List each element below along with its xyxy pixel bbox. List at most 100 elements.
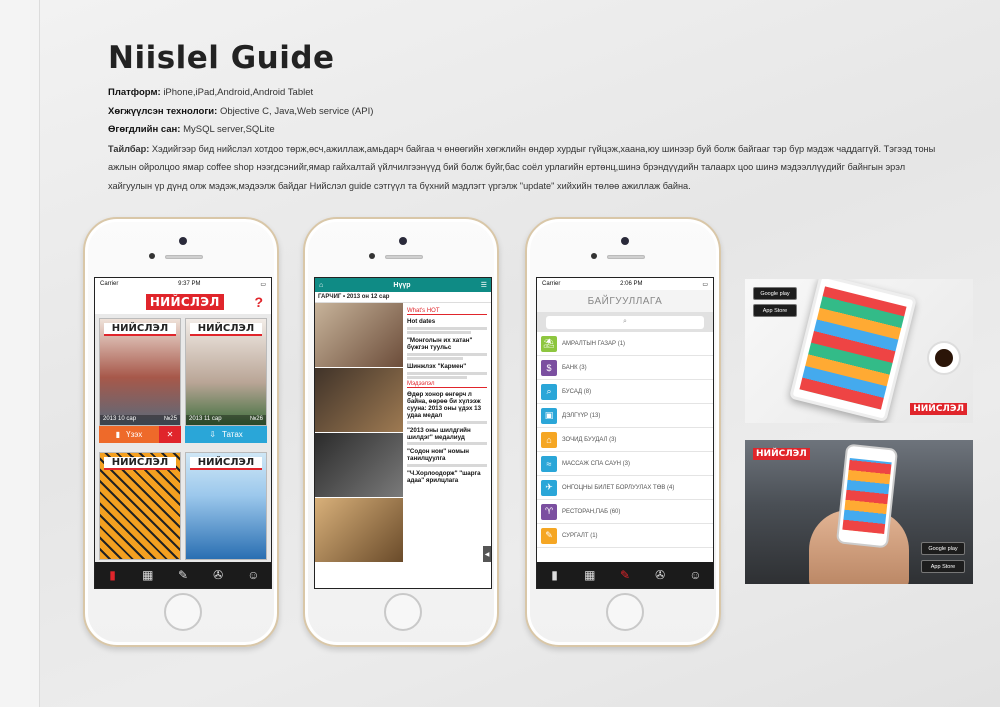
cover-date: 2013 11 сар [189, 416, 222, 422]
desc-value: Хэдийгээр бид нийслэл хотдоо төрж,өсч,аж… [108, 143, 936, 191]
category-item[interactable]: ⌕ БУСАД (8) [537, 380, 713, 404]
text-line [407, 371, 487, 375]
magazine-cover[interactable]: НИЙСЛЭЛ 2013 11 сар №26 [185, 318, 267, 426]
news-list: What's HOT Hot dates "Монголын их хатан"… [403, 303, 491, 564]
camera-icon [179, 237, 187, 245]
text-line [407, 357, 463, 360]
magazine-cover[interactable]: НИЙСЛЭЛ [185, 451, 267, 560]
cover-date: 2013 10 сар [103, 416, 137, 422]
carrier-text: Carrier [542, 281, 561, 287]
news-title[interactable]: "Монголын их хатан" бүжгэн туульс [407, 337, 487, 351]
speaker-grill [385, 255, 423, 259]
news-tab-icon[interactable]: ✎ [175, 568, 191, 582]
home-button[interactable] [606, 593, 644, 631]
category-label: ОНГОЦНЫ БИЛЕТ БОРЛУУЛАХ ТӨВ (4) [562, 484, 675, 491]
category-label: ЗОЧИД БУУДАЛ (3) [562, 436, 617, 443]
category-label: МАССАЖ СПА САУН (3) [562, 460, 631, 467]
news-photo[interactable] [315, 433, 403, 498]
header-title: Нүүр [393, 281, 411, 289]
spa-icon: ≈ [541, 455, 557, 472]
app-store-badge[interactable]: App Store [753, 304, 797, 317]
magazine-card[interactable]: НИЙСЛЭЛ 2013 10 сар №25 ▮ Үзэх ✕ [99, 318, 181, 448]
news-title[interactable]: Шинжлэх "Кармен" [407, 363, 487, 370]
issue-subheader: ГАРЧИГ • 2013 он 12 сар [315, 292, 491, 303]
google-play-badge[interactable]: Google play [921, 542, 965, 555]
person-tab-icon[interactable]: ☺ [245, 568, 261, 582]
speaker-grill [607, 255, 645, 259]
news-tab-icon[interactable]: ✎ [617, 568, 633, 582]
platform-value: iPhone,iPad,Android,Android Tablet [163, 87, 314, 98]
desc-label: Тайлбар: [108, 143, 150, 154]
sensor-icon [591, 253, 597, 259]
news-photo[interactable] [315, 368, 403, 433]
carrier-text: Carrier [100, 281, 119, 287]
screen-organizations: Carrier 2:06 PM ▭ БАЙГУУЛЛАГА ⌕ ⛱ АМРАЛТ… [536, 277, 714, 589]
platform-line: Платформ: iPhone,iPad,Android,Android Ta… [108, 84, 948, 103]
time-text: 2:06 PM [620, 281, 643, 287]
category-item[interactable]: ✎ СУРГАЛТ (1) [537, 524, 713, 548]
home-icon[interactable]: ⌂ [319, 282, 323, 289]
battery-icon: ▭ [702, 281, 708, 288]
category-item[interactable]: ✈ ОНГОЦНЫ БИЛЕТ БОРЛУУЛАХ ТӨВ (4) [537, 476, 713, 500]
person-tab-icon[interactable]: ☺ [687, 568, 703, 582]
search-input[interactable]: ⌕ [545, 315, 705, 329]
home-button[interactable] [384, 593, 422, 631]
text-line [407, 331, 471, 334]
promo-tablet-image: Google play App Store НИЙСЛЭЛ [745, 279, 973, 423]
news-title[interactable]: Hot dates [407, 318, 487, 325]
help-button[interactable]: ? [254, 294, 263, 310]
screen-title: БАЙГУУЛЛАГА [537, 290, 713, 312]
film-tab-icon[interactable]: ✇ [210, 568, 226, 582]
category-item[interactable]: ⛱ АМРАЛТЫН ГАЗАР (1) [537, 332, 713, 356]
status-bar: Carrier 2:06 PM ▭ [537, 278, 713, 290]
calendar-tab-icon[interactable]: ▦ [582, 568, 598, 582]
category-item[interactable]: $ БАНК (3) [537, 356, 713, 380]
category-item[interactable]: ♈ РЕСТОРАН,ПАБ (60) [537, 500, 713, 524]
phone-1: Carrier 9:37 PM ▭ НИЙСЛЭЛ ? НИЙСЛЭЛ 2013… [83, 217, 279, 647]
battery-icon: ▭ [260, 281, 266, 288]
calendar-tab-icon[interactable]: ▦ [140, 568, 156, 582]
read-label: Үзэх [126, 429, 143, 439]
news-title[interactable]: Өдөр хонор өнгөрч л байна, өөрөө би хүлэ… [407, 391, 487, 419]
sensor-icon [369, 253, 375, 259]
magazine-cover[interactable]: НИЙСЛЭЛ [99, 451, 181, 560]
text-line [407, 352, 487, 356]
google-play-badge[interactable]: Google play [753, 287, 797, 300]
category-item[interactable]: ⌂ ЗОЧИД БУУДАЛ (3) [537, 428, 713, 452]
news-title[interactable]: "Ч.Хорлоодорж" "шарга адаа" ярилцлага [407, 470, 487, 484]
education-icon: ✎ [541, 527, 557, 544]
read-button[interactable]: ▮ Үзэх [99, 425, 159, 443]
download-bar: ⇩ Татах [185, 425, 267, 443]
tab-bar: ▮ ▦ ✎ ✇ ☺ [537, 562, 713, 588]
camera-icon [621, 237, 629, 245]
magazine-cover[interactable]: НИЙСЛЭЛ 2013 10 сар №25 [99, 318, 181, 426]
tech-line: Хөгжүүлсэн технологи: Objective C, Java,… [108, 103, 948, 122]
arrow-left-icon[interactable]: ◀ [483, 546, 491, 562]
news-title[interactable]: "Содон ном" номын танилцуулга [407, 448, 487, 462]
text-line [407, 326, 487, 330]
category-item[interactable]: ≈ МАССАЖ СПА САУН (3) [537, 452, 713, 476]
magazine-card[interactable]: НИЙСЛЭЛ 2013 11 сар №26 ⇩ Татах [185, 318, 267, 448]
news-photo[interactable] [315, 498, 403, 563]
magazine-tab-icon[interactable]: ▮ [547, 568, 563, 582]
text-line [407, 442, 487, 445]
menu-icon[interactable]: ☰ [481, 281, 487, 289]
promo-logo: НИЙСЛЭЛ [753, 448, 810, 460]
app-header: ⌂ Нүүр ☰ [315, 278, 491, 292]
app-store-badge[interactable]: App Store [921, 560, 965, 573]
magazine-tab-icon[interactable]: ▮ [105, 568, 121, 582]
cover-logo: НИЙСЛЭЛ [190, 323, 262, 336]
category-item[interactable]: ▣ ДЭЛГҮҮР (13) [537, 404, 713, 428]
film-tab-icon[interactable]: ✇ [652, 568, 668, 582]
home-button[interactable] [164, 593, 202, 631]
cover-logo: НИЙСЛЭЛ [104, 456, 176, 470]
download-button[interactable]: ⇩ Татах [185, 425, 267, 443]
section-label: Мэдээлэл [407, 381, 487, 388]
db-label: Өгөгдлийн сан: [108, 124, 181, 136]
section-label: What's HOT [407, 308, 487, 315]
delete-button[interactable]: ✕ [159, 425, 181, 443]
news-title[interactable]: "2013 оны шилдгийн шилдэг" медалиуд [407, 427, 487, 441]
wine-icon: ♈ [541, 503, 557, 520]
news-photo[interactable] [315, 303, 403, 368]
app-header: НИЙСЛЭЛ ? [95, 290, 271, 314]
